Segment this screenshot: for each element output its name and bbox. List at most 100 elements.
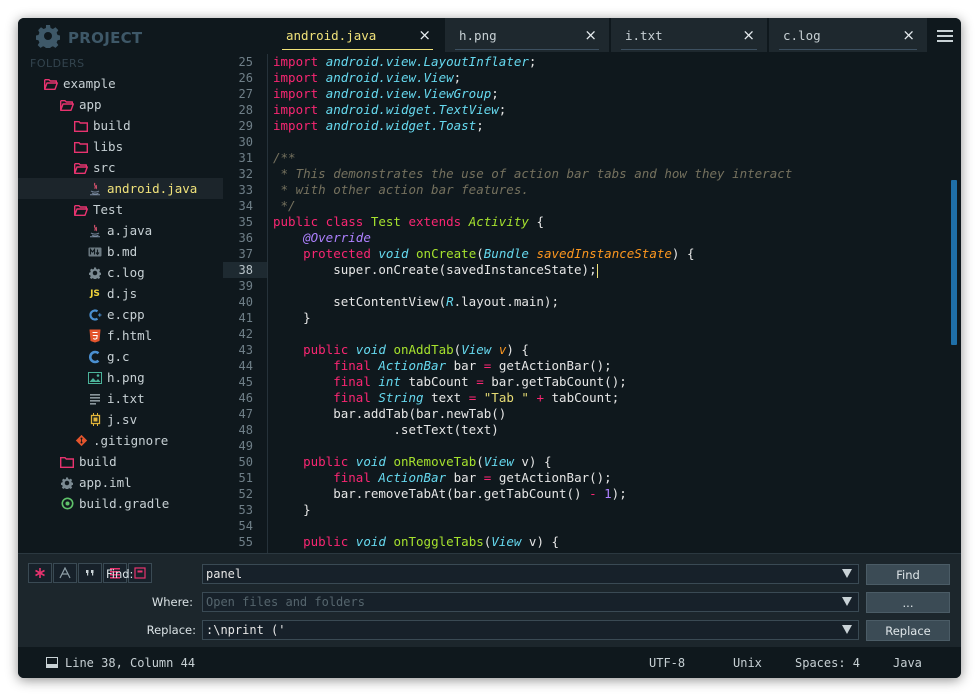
code-line[interactable]: } bbox=[273, 310, 949, 326]
tab-i-txt[interactable]: i.txt × bbox=[611, 18, 767, 52]
find-button[interactable]: Find bbox=[866, 564, 950, 585]
replace-input[interactable] bbox=[206, 622, 826, 638]
code-line[interactable]: import android.view.LayoutInflater; bbox=[273, 54, 949, 70]
where-input-box[interactable] bbox=[202, 592, 859, 612]
replace-input-box[interactable] bbox=[202, 620, 859, 640]
code-line[interactable] bbox=[273, 278, 949, 294]
tab-android-java[interactable]: android.java × bbox=[272, 18, 443, 52]
tree-item-build-gradle[interactable]: build.gradle bbox=[18, 493, 223, 514]
tree-item-test[interactable]: Test bbox=[18, 199, 223, 220]
dropdown-arrow-icon[interactable] bbox=[842, 597, 852, 606]
line-endings-selector[interactable]: Unix bbox=[733, 656, 762, 670]
code-line[interactable]: final int tabCount = bar.getTabCount(); bbox=[273, 374, 949, 390]
tree-item-label: e.cpp bbox=[107, 307, 145, 322]
code-editor[interactable]: 25 26 27 28 29 30 31 32 33 34 35 36 37 38 39 40 41 42 43 44… bbox=[223, 54, 961, 553]
where-input[interactable] bbox=[206, 594, 826, 610]
where-browse-button[interactable]: ... bbox=[866, 592, 950, 613]
hamburger-menu-icon[interactable] bbox=[929, 18, 961, 54]
find-input[interactable] bbox=[206, 566, 826, 582]
tree-item-example[interactable]: example bbox=[18, 73, 223, 94]
tree-item-build[interactable]: build bbox=[18, 115, 223, 136]
tree-item-android-java[interactable]: android.java bbox=[18, 178, 223, 199]
tree-item-g-c[interactable]: g.c bbox=[18, 346, 223, 367]
code-token: View bbox=[461, 342, 499, 357]
java-icon bbox=[88, 182, 102, 196]
code-token: R bbox=[446, 294, 454, 309]
syntax-selector[interactable]: Java bbox=[893, 656, 922, 670]
code-line[interactable]: */ bbox=[273, 198, 949, 214]
tab-h-png[interactable]: h.png × bbox=[445, 18, 609, 52]
code-line[interactable]: protected void onCreate(Bundle savedInst… bbox=[273, 246, 949, 262]
panel-toggle-icon[interactable] bbox=[46, 657, 58, 671]
dropdown-arrow-icon[interactable] bbox=[842, 625, 852, 634]
tree-item-app[interactable]: app bbox=[18, 94, 223, 115]
indentation-selector[interactable]: Spaces: 4 bbox=[795, 656, 860, 670]
close-icon[interactable]: × bbox=[418, 26, 431, 44]
code-area[interactable]: import android.view.LayoutInflater; impor… bbox=[273, 54, 949, 550]
tree-item-app-iml[interactable]: app.iml bbox=[18, 472, 223, 493]
close-icon[interactable]: × bbox=[902, 26, 915, 44]
tree-item-b-md[interactable]: b.md bbox=[18, 241, 223, 262]
code-line[interactable]: @Override bbox=[273, 230, 949, 246]
case-sensitive-icon[interactable] bbox=[53, 563, 77, 583]
code-line[interactable]: final String text = "Tab " + tabCount; bbox=[273, 390, 949, 406]
code-line[interactable]: /** bbox=[273, 150, 949, 166]
code-line[interactable]: * with other action bar features. bbox=[273, 182, 949, 198]
code-line[interactable]: bar.addTab(bar.newTab() bbox=[273, 406, 949, 422]
code-line[interactable]: import android.widget.TextView; bbox=[273, 102, 949, 118]
code-line[interactable] bbox=[273, 438, 949, 454]
project-header[interactable]: PROJECT bbox=[35, 25, 142, 51]
code-line[interactable]: public void onToggleTabs(View v) { bbox=[273, 534, 949, 550]
tree-item-d-js[interactable]: JS d.js bbox=[18, 283, 223, 304]
code-line[interactable]: * This demonstrates the use of action ba… bbox=[273, 166, 949, 182]
tree-item-i-txt[interactable]: i.txt bbox=[18, 388, 223, 409]
code-token: ActionBar bbox=[378, 358, 454, 373]
code-line[interactable]: import android.widget.Toast; bbox=[273, 118, 949, 134]
code-line[interactable] bbox=[273, 326, 949, 342]
vertical-scrollbar[interactable] bbox=[951, 180, 957, 345]
code-token: getActionBar(); bbox=[498, 358, 612, 373]
tree-item-gitignore[interactable]: .gitignore bbox=[18, 430, 223, 451]
dropdown-arrow-icon[interactable] bbox=[842, 569, 852, 578]
tree-item-c-log[interactable]: c.log bbox=[18, 262, 223, 283]
tree-item-label: libs bbox=[93, 139, 124, 154]
code-token: ) { bbox=[671, 246, 695, 261]
code-line[interactable]: public class Test extends Activity { bbox=[273, 214, 949, 230]
code-line[interactable]: import android.view.View; bbox=[273, 70, 949, 86]
regex-toggle-icon[interactable] bbox=[28, 563, 52, 583]
code-line[interactable]: setContentView(R.layout.main); bbox=[273, 294, 949, 310]
tree-item-label: build bbox=[79, 454, 117, 469]
find-input-box[interactable] bbox=[202, 564, 859, 584]
tree-item-j-sv[interactable]: j.sv bbox=[18, 409, 223, 430]
tab-underline bbox=[621, 49, 757, 50]
code-line[interactable]: public void onAddTab(View v) { bbox=[273, 342, 949, 358]
line-number: 42 bbox=[238, 327, 253, 341]
code-line[interactable]: bar.removeTabAt(bar.getTabCount() - 1); bbox=[273, 486, 949, 502]
tab-c-log[interactable]: c.log × bbox=[769, 18, 927, 52]
tree-item-f-html[interactable]: f.html bbox=[18, 325, 223, 346]
close-icon[interactable]: × bbox=[584, 26, 597, 44]
whole-word-icon[interactable] bbox=[78, 563, 102, 583]
close-icon[interactable]: × bbox=[742, 26, 755, 44]
replace-label: Replace: bbox=[146, 623, 196, 637]
tree-item-h-png[interactable]: h.png bbox=[18, 367, 223, 388]
tree-item-e-cpp[interactable]: e.cpp bbox=[18, 304, 223, 325]
tree-item-a-java[interactable]: a.java bbox=[18, 220, 223, 241]
tree-item-libs[interactable]: libs bbox=[18, 136, 223, 157]
tree-item-label: Test bbox=[93, 202, 124, 217]
code-line[interactable]: final ActionBar bar = getActionBar(); bbox=[273, 470, 949, 486]
tree-item-build[interactable]: build bbox=[18, 451, 223, 472]
code-line[interactable]: import android.view.ViewGroup; bbox=[273, 86, 949, 102]
code-line[interactable]: } bbox=[273, 502, 949, 518]
code-line[interactable] bbox=[273, 134, 949, 150]
code-line[interactable]: super.onCreate(savedInstanceState); bbox=[273, 262, 949, 278]
encoding-selector[interactable]: UTF-8 bbox=[649, 656, 685, 670]
code-line[interactable]: final ActionBar bar = getActionBar(); bbox=[273, 358, 949, 374]
tree-item-src[interactable]: src bbox=[18, 157, 223, 178]
code-token: 1 bbox=[604, 486, 612, 501]
code-line[interactable]: public void onRemoveTab(View v) { bbox=[273, 454, 949, 470]
code-line[interactable] bbox=[273, 518, 949, 534]
tree-item-label: c.log bbox=[107, 265, 145, 280]
replace-button[interactable]: Replace bbox=[866, 620, 950, 641]
code-line[interactable]: .setText(text) bbox=[273, 422, 949, 438]
